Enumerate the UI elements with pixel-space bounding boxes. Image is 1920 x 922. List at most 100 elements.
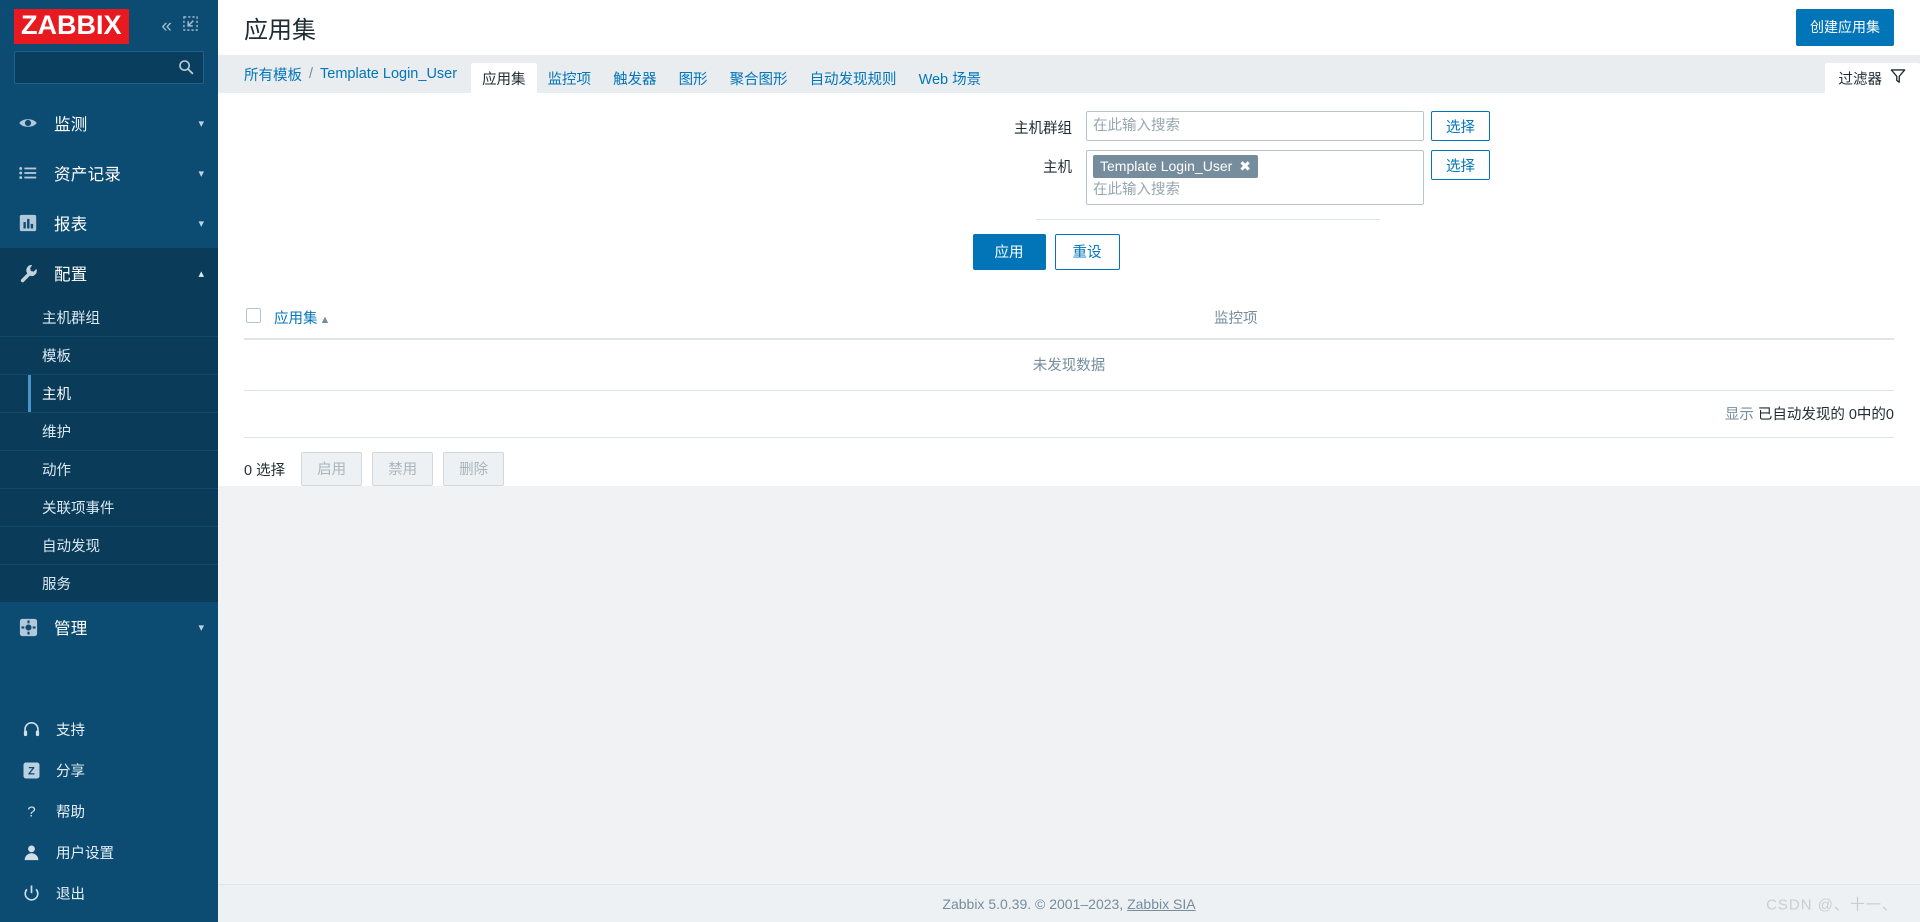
disable-button[interactable]: 禁用 xyxy=(372,452,434,486)
tab-applications[interactable]: 应用集 xyxy=(471,63,537,93)
sidebar-subitem-discovery[interactable]: 自动发现 xyxy=(0,526,218,564)
sidebar-subitem-label: 主机 xyxy=(42,387,71,403)
sidebar-subitem-actions[interactable]: 动作 xyxy=(0,450,218,488)
sidebar-nav: 监测 ▾ 资产记录 ▾ 报表 ▾ 配置 ▴ 主机群组 模板 主机 维护 动作 关… xyxy=(0,98,218,652)
host-select-button[interactable]: 选择 xyxy=(1431,150,1490,180)
eye-icon xyxy=(18,113,44,133)
host-input[interactable]: Template Login_User ✖ 在此输入搜索 xyxy=(1086,150,1424,205)
headset-icon xyxy=(22,720,50,739)
column-application-sort-link[interactable]: 应用集 xyxy=(274,311,318,327)
sidebar-subitem-templates[interactable]: 模板 xyxy=(0,336,218,374)
reset-filter-button[interactable]: 重设 xyxy=(1054,234,1120,270)
enable-button[interactable]: 启用 xyxy=(301,452,363,486)
sidebar-item-label: 退出 xyxy=(56,887,85,903)
zabbix-logo[interactable]: ZABBIX xyxy=(14,8,129,44)
power-icon xyxy=(22,884,50,903)
host-placeholder: 在此输入搜索 xyxy=(1093,182,1180,198)
sidebar-item-share[interactable]: Z 分享 xyxy=(0,750,218,791)
sidebar-subitem-host-groups[interactable]: 主机群组 xyxy=(0,298,218,336)
host-control: Template Login_User ✖ 在此输入搜索 选择 xyxy=(1086,150,1490,205)
host-group-select-button[interactable]: 选择 xyxy=(1431,111,1490,141)
watermark: CSDN @、十一、 xyxy=(1766,896,1898,913)
sidebar-item-label: 帮助 xyxy=(56,805,85,821)
collapse-panel-icon[interactable] xyxy=(183,16,198,36)
sidebar-item-label: 报表 xyxy=(54,216,88,234)
row-count: 显示 已自动发现的 0中的0 xyxy=(244,390,1894,438)
host-group-input[interactable]: 在此输入搜索 xyxy=(1086,111,1424,141)
apply-filter-button[interactable]: 应用 xyxy=(972,234,1046,270)
page-spacer xyxy=(218,486,1920,884)
sidebar-item-label: 监测 xyxy=(54,116,88,134)
table-body: 未发现数据 显示 已自动发现的 0中的0 xyxy=(244,339,1894,438)
sidebar-submenu-configuration: 主机群组 模板 主机 维护 动作 关联项事件 自动发现 服务 xyxy=(0,298,218,602)
sidebar-subitem-label: 模板 xyxy=(42,349,71,365)
tab-screens[interactable]: 聚合图形 xyxy=(719,63,799,93)
sidebar-subitem-services[interactable]: 服务 xyxy=(0,564,218,602)
tab-discovery-rules[interactable]: 自动发现规则 xyxy=(799,63,908,93)
sidebar-bottom-nav: 支持 Z 分享 ? 帮助 用户设置 退出 xyxy=(0,709,218,922)
host-group-label: 主机群组 xyxy=(1014,121,1072,137)
tab-graphs[interactable]: 图形 xyxy=(668,63,719,93)
sidebar-subitem-event-correlation[interactable]: 关联项事件 xyxy=(0,488,218,526)
sidebar-item-configuration[interactable]: 配置 ▴ xyxy=(0,248,218,298)
sidebar-subitem-label: 关联项事件 xyxy=(42,501,115,517)
main-area: 应用集 创建应用集 所有模板 / Template Login_User 应用集… xyxy=(218,0,1920,922)
applications-table-wrap: 应用集 ▲ 监控项 未发现数据 显示 已自动发现的 0中的0 xyxy=(218,298,1920,438)
search-input[interactable] xyxy=(15,52,203,83)
sidebar-subitem-maintenance[interactable]: 维护 xyxy=(0,412,218,450)
chevron-down-icon: ▾ xyxy=(198,117,204,130)
tab-items[interactable]: 监控项 xyxy=(537,63,603,93)
selected-count: 0 选择 xyxy=(244,462,286,479)
filter-actions: 应用 重设 xyxy=(218,220,1920,288)
sidebar: ZABBIX « 监测 ▾ 资产记录 ▾ 报表 ▾ 配置 ▴ 主机群组 模板 主… xyxy=(0,0,218,922)
host-label: 主机 xyxy=(1043,160,1072,176)
applications-table: 应用集 ▲ 监控项 未发现数据 显示 已自动发现的 0中的0 xyxy=(244,298,1894,438)
sidebar-item-inventory[interactable]: 资产记录 ▾ xyxy=(0,148,218,198)
filter-tab[interactable]: 过滤器 xyxy=(1824,63,1920,93)
sidebar-item-reports[interactable]: 报表 ▾ xyxy=(0,198,218,248)
sidebar-item-label: 用户设置 xyxy=(56,846,114,862)
host-chip-label: Template Login_User xyxy=(1100,158,1233,174)
page-title: 应用集 xyxy=(244,17,316,44)
close-x-icon[interactable]: ✖ xyxy=(1239,157,1251,175)
chevron-double-left-icon[interactable]: « xyxy=(161,17,172,36)
breadcrumb-template-name[interactable]: Template Login_User xyxy=(320,66,457,82)
sidebar-item-monitoring[interactable]: 监测 ▾ xyxy=(0,98,218,148)
sidebar-item-user-settings[interactable]: 用户设置 xyxy=(0,832,218,873)
sidebar-item-help[interactable]: ? 帮助 xyxy=(0,791,218,832)
breadcrumb-all-templates[interactable]: 所有模板 xyxy=(244,64,302,85)
search-box[interactable] xyxy=(14,51,204,84)
column-application: 应用集 ▲ xyxy=(274,298,1214,340)
sidebar-subitem-label: 维护 xyxy=(42,425,71,441)
sidebar-subitem-hosts[interactable]: 主机 xyxy=(0,374,218,412)
person-icon xyxy=(22,843,50,862)
footer-copyright: Zabbix 5.0.39. © 2001–2023, xyxy=(942,895,1124,912)
sidebar-header: ZABBIX « xyxy=(0,0,218,46)
sidebar-item-administration[interactable]: 管理 ▾ xyxy=(0,602,218,652)
breadcrumb-separator: / xyxy=(309,66,314,82)
sidebar-item-support[interactable]: 支持 xyxy=(0,709,218,750)
select-all-checkbox[interactable] xyxy=(246,308,261,323)
sidebar-item-label: 分享 xyxy=(56,764,85,780)
sort-ascending-icon: ▲ xyxy=(319,314,331,326)
tab-bar: 所有模板 / Template Login_User 应用集 监控项 触发器 图… xyxy=(218,55,1920,93)
create-application-button[interactable]: 创建应用集 xyxy=(1796,9,1894,46)
sidebar-header-icons: « xyxy=(161,16,204,36)
select-all-cell xyxy=(244,298,274,340)
tab-triggers[interactable]: 触发器 xyxy=(602,63,668,93)
tab-web-scenarios[interactable]: Web 场景 xyxy=(908,63,993,93)
delete-button[interactable]: 删除 xyxy=(443,452,505,486)
table-empty-row: 未发现数据 xyxy=(244,339,1894,391)
chevron-down-icon: ▾ xyxy=(198,167,204,180)
sidebar-item-label: 资产记录 xyxy=(54,166,122,184)
search-icon[interactable] xyxy=(178,59,194,75)
table-count-row: 显示 已自动发现的 0中的0 xyxy=(244,390,1894,438)
sidebar-item-signout[interactable]: 退出 xyxy=(0,873,218,914)
zabbix-sia-link[interactable]: Zabbix SIA xyxy=(1127,896,1195,912)
host-chip[interactable]: Template Login_User ✖ xyxy=(1093,155,1259,178)
empty-message: 未发现数据 xyxy=(244,339,1894,391)
chevron-up-icon: ▴ xyxy=(198,267,204,280)
column-items-label: 监控项 xyxy=(1214,311,1258,327)
breadcrumb: 所有模板 / Template Login_User xyxy=(244,55,457,93)
sidebar-subitem-label: 主机群组 xyxy=(42,310,100,327)
